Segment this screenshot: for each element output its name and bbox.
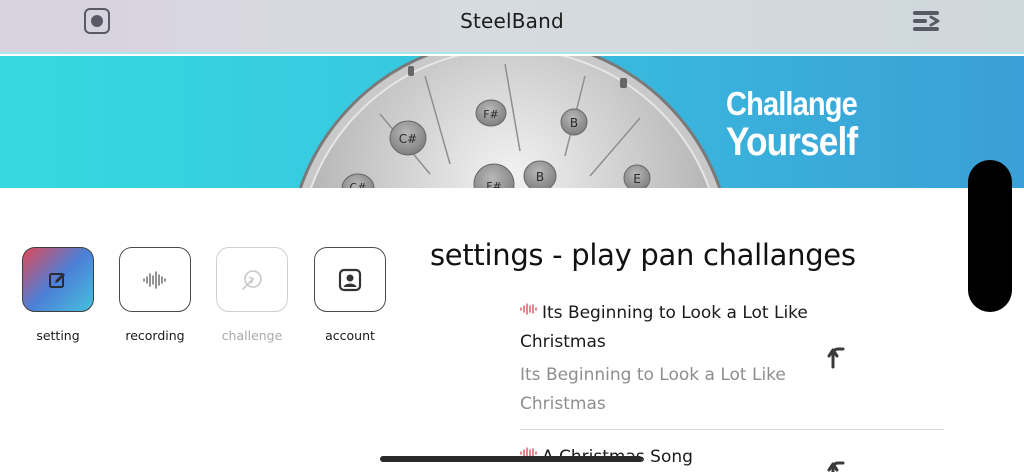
banner-headline-line2: Yourself: [726, 120, 858, 164]
song-subtitle: Its Beginning to Look a Lot Like Christm…: [520, 365, 786, 414]
drum-note-label: B: [536, 170, 544, 184]
nav-label-account: account: [325, 328, 375, 343]
song-item[interactable]: Its Beginning to Look a Lot Like Christm…: [520, 299, 944, 419]
waveform-icon: [520, 303, 537, 315]
share-arrow-icon[interactable]: [826, 459, 846, 472]
drum-note-label: B: [570, 116, 578, 130]
list-divider: [520, 429, 944, 430]
person-icon: [338, 268, 362, 291]
nav-item-recording[interactable]: recording: [119, 247, 191, 343]
banner-headline-line1: Challange: [726, 85, 858, 122]
hero-banner: F# C# B B E F# C# Challange Yourself: [0, 56, 1024, 188]
song-title-text: Its Beginning to Look a Lot Like Christm…: [520, 303, 808, 352]
nav-item-challenge[interactable]: challenge: [216, 247, 288, 343]
edit-icon: [49, 272, 65, 288]
nav-label-setting: setting: [36, 328, 80, 343]
nav-tile-challenge[interactable]: [216, 247, 288, 312]
drum-note-label: F#: [486, 180, 502, 188]
banner-headline: Challange Yourself: [726, 85, 858, 164]
nav-tile-account[interactable]: [314, 247, 386, 312]
top-bar: SteelBand: [0, 0, 1024, 54]
nav-label-recording: recording: [125, 328, 185, 343]
waveform-icon: [143, 270, 166, 289]
nav-item-setting[interactable]: setting: [22, 247, 94, 343]
side-scroll-handle[interactable]: [968, 160, 1012, 312]
share-arrow-icon[interactable]: [826, 345, 846, 369]
nav-tile-setting[interactable]: [22, 247, 94, 312]
target-icon: [242, 269, 262, 290]
menu-icon[interactable]: [911, 9, 941, 33]
drum-note-label: C#: [350, 181, 367, 188]
drum-note-label: C#: [399, 132, 417, 146]
page-title: settings - play pan challanges: [430, 238, 856, 272]
nav-label-challenge: challenge: [221, 328, 283, 343]
home-indicator[interactable]: [380, 456, 642, 462]
song-title: Its Beginning to Look a Lot Like Christm…: [520, 299, 820, 357]
nav-tile-recording[interactable]: [119, 247, 191, 312]
drum-note-label: E: [633, 172, 641, 186]
app-title: SteelBand: [460, 9, 564, 33]
drum-note-label: F#: [483, 108, 499, 121]
steel-pan-image: F# C# B B E F# C#: [298, 56, 722, 188]
nav-item-account[interactable]: account: [314, 247, 386, 343]
